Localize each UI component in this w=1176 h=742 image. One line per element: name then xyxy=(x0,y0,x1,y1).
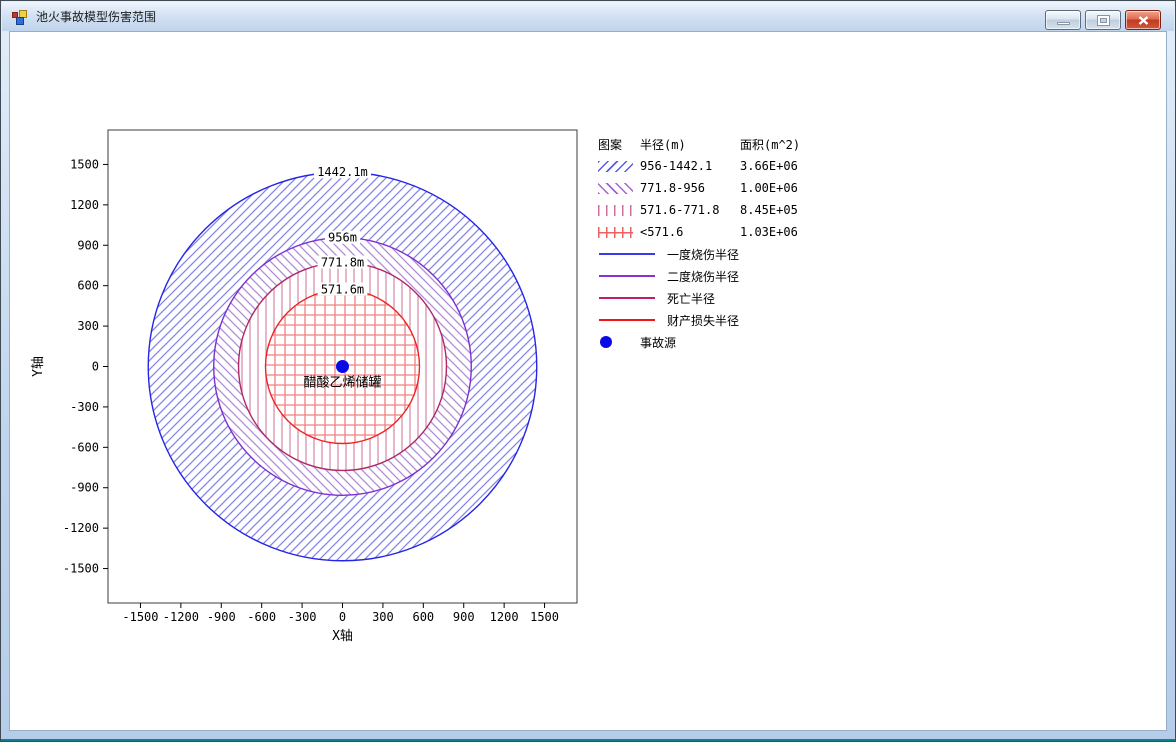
svg-text:600: 600 xyxy=(412,610,434,624)
window-controls xyxy=(1045,10,1161,30)
legend-line-swatch xyxy=(599,297,655,299)
legend-line-label: 一度烧伤半径 xyxy=(667,247,740,262)
app-icon[interactable] xyxy=(12,9,28,25)
legend-area-value: 8.45E+05 xyxy=(740,203,798,217)
close-button[interactable] xyxy=(1125,10,1161,30)
legend-header-radius: 半径(m) xyxy=(640,137,686,152)
legend-line-swatch xyxy=(599,253,655,255)
svg-text:-300: -300 xyxy=(288,610,317,624)
svg-text:1500: 1500 xyxy=(530,610,559,624)
legend-line-row: 财产损失半径 xyxy=(598,309,908,331)
legend-pattern-row: 771.8-956 1.00E+06 xyxy=(598,177,908,199)
y-axis-title: Y轴 xyxy=(31,356,46,377)
svg-text:-600: -600 xyxy=(70,440,99,454)
svg-text:300: 300 xyxy=(77,319,99,333)
title-bar[interactable]: 池火事故模型伤害范围 xyxy=(2,2,1174,31)
close-icon xyxy=(1138,15,1148,25)
legend-radius-value: 956-1442.1 xyxy=(640,159,713,173)
legend-header-area: 面积(m^2) xyxy=(740,137,801,152)
svg-text:-1500: -1500 xyxy=(122,610,158,624)
diag-forward-hatch-swatch xyxy=(598,160,633,172)
legend-source-row: 事故源 xyxy=(598,331,908,353)
tank-label: 醋酸乙烯储罐 xyxy=(303,375,381,391)
svg-text:0: 0 xyxy=(339,610,346,624)
svg-text:300: 300 xyxy=(372,610,394,624)
svg-text:-600: -600 xyxy=(247,610,276,624)
legend-pattern-row: 956-1442.1 3.66E+06 xyxy=(598,155,908,177)
svg-text:900: 900 xyxy=(453,610,475,624)
diag-back-hatch-swatch xyxy=(598,182,633,194)
legend-line-label: 死亡半径 xyxy=(667,291,716,306)
legend-pattern-row: 571.6-771.8 8.45E+05 xyxy=(598,199,908,221)
legend-line-row: 一度烧伤半径 xyxy=(598,243,908,265)
legend-area-value: 3.66E+06 xyxy=(740,159,798,173)
ring-radius-label: 771.8m xyxy=(321,256,364,270)
svg-text:-1200: -1200 xyxy=(163,610,199,624)
svg-text:-300: -300 xyxy=(70,400,99,414)
legend-pattern-row: <571.6 1.03E+06 xyxy=(598,221,908,243)
legend-header-pattern: 图案 xyxy=(598,137,623,152)
svg-text:900: 900 xyxy=(77,238,99,252)
svg-text:-1500: -1500 xyxy=(63,562,99,576)
svg-text:1500: 1500 xyxy=(70,157,99,171)
svg-text:1200: 1200 xyxy=(490,610,519,624)
legend-line-swatch xyxy=(599,319,655,321)
legend-header-row: 图案 半径(m) 面积(m^2) xyxy=(598,133,908,155)
ring-radius-label: 1442.1m xyxy=(317,165,368,179)
legend-area-value: 1.00E+06 xyxy=(740,181,798,195)
svg-text:0: 0 xyxy=(92,360,99,374)
app-icon-blue-square xyxy=(16,16,24,25)
cross-hatch-swatch xyxy=(598,226,633,238)
svg-text:1200: 1200 xyxy=(70,198,99,212)
chart-legend: 图案 半径(m) 面积(m^2) 956-1442.1 3.66E+06 771.8-95… xyxy=(598,133,908,353)
window-title: 池火事故模型伤害范围 xyxy=(36,10,157,24)
legend-line-row: 死亡半径 xyxy=(598,287,908,309)
legend-radius-value: 771.8-956 xyxy=(640,181,706,195)
accident-source-legend-dot xyxy=(600,336,612,348)
x-axis-title: X轴 xyxy=(332,629,353,644)
svg-text:-1200: -1200 xyxy=(63,521,99,535)
damage-range-chart: -1500 -1200 -900 -600 -300 0 300 600 900 1200 1500… xyxy=(31,129,578,644)
legend-radius-value: 571.6-771.8 xyxy=(640,203,720,217)
legend-area-value: 1.03E+06 xyxy=(740,225,798,239)
app-window: 池火事故模型伤害范围 -1500 -1200 -900 -600 -300 0 300 600… xyxy=(0,0,1176,742)
accident-source-dot xyxy=(336,360,349,373)
legend-source-label: 事故源 xyxy=(640,335,677,350)
legend-line-row: 二度烧伤半径 xyxy=(598,265,908,287)
vertical-hatch-swatch xyxy=(598,204,633,216)
maximize-icon xyxy=(1097,15,1109,25)
ring-radius-label: 571.6m xyxy=(321,283,364,297)
minimize-button[interactable] xyxy=(1045,10,1081,30)
ring-radius-label: 956m xyxy=(328,231,357,245)
legend-line-label: 财产损失半径 xyxy=(667,313,740,328)
legend-line-label: 二度烧伤半径 xyxy=(667,269,740,284)
window-bottom-edge xyxy=(1,739,1175,741)
form-canvas: -1500 -1200 -900 -600 -300 0 300 600 900 1200 1500… xyxy=(9,31,1167,731)
svg-text:-900: -900 xyxy=(207,610,236,624)
legend-radius-value: <571.6 xyxy=(640,225,684,239)
legend-line-swatch xyxy=(599,275,655,277)
maximize-button[interactable] xyxy=(1085,10,1121,30)
svg-text:600: 600 xyxy=(77,279,99,293)
svg-text:-900: -900 xyxy=(70,481,99,495)
minimize-icon xyxy=(1056,21,1070,25)
